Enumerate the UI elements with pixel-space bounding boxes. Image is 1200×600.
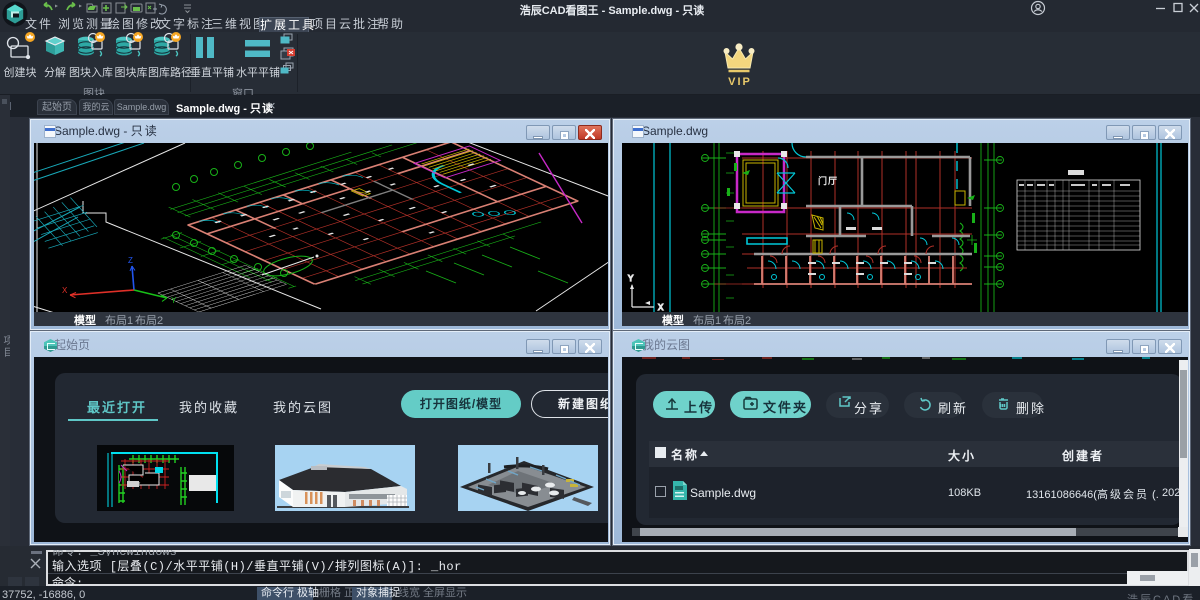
svg-text:Z: Z bbox=[128, 256, 133, 265]
svg-text:X: X bbox=[658, 303, 664, 312]
svg-text:VIP: VIP bbox=[728, 76, 752, 88]
svg-text:Y: Y bbox=[171, 296, 177, 305]
svg-text:门厅: 门厅 bbox=[818, 175, 838, 186]
svg-text:Y: Y bbox=[628, 274, 634, 283]
svg-text:X: X bbox=[62, 286, 68, 295]
